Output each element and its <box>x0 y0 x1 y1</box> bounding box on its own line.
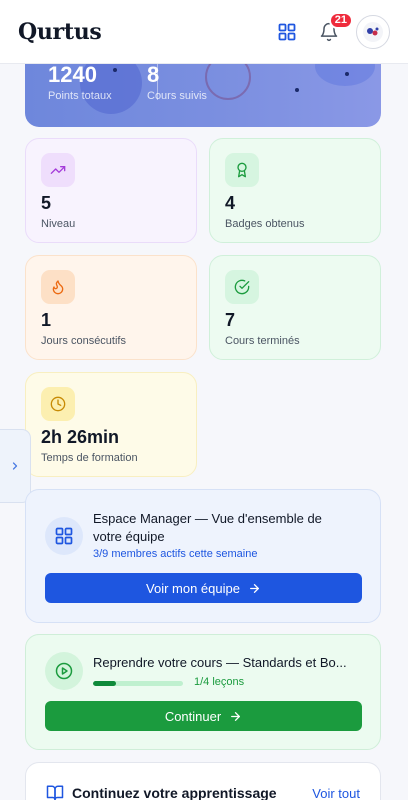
training-time-stat-card: 2h 26min Temps de formation <box>25 372 197 477</box>
level-stat-card: 5 Niveau <box>25 138 197 243</box>
top-bar: Qurtus 21 <box>0 0 408 64</box>
main-content: 1240 Points totaux 8 Cours suivis 5 Nive… <box>0 64 408 800</box>
continue-button-label: Continuer <box>164 708 222 724</box>
badges-stat-card: 4 Badges obtenus <box>209 138 381 243</box>
resume-course-card: Reprendre votre cours — Standards et Bo.… <box>25 634 381 750</box>
clock-icon <box>41 387 75 421</box>
total-points-label: Points totaux <box>48 90 112 102</box>
completed-courses-value: 7 <box>225 310 236 330</box>
flame-icon <box>41 270 75 304</box>
courses-followed-stat: 8 Cours suivis <box>147 64 207 102</box>
manager-space-card: Espace Manager — Vue d'ensemble de votre… <box>25 489 381 623</box>
sidebar-toggle[interactable] <box>0 429 31 503</box>
training-time-label: Temps de formation <box>41 452 138 464</box>
view-all-link[interactable]: Voir tout <box>312 786 360 800</box>
notification-count-badge: 21 <box>328 11 353 29</box>
continue-learning-section: Continuez votre apprentissage Voir tout <box>25 762 381 800</box>
book-open-icon <box>46 785 64 800</box>
chevron-right-icon <box>12 462 18 470</box>
courses-followed-value: 8 <box>147 64 160 87</box>
total-points-value: 1240 <box>48 64 97 87</box>
award-icon <box>225 153 259 187</box>
courses-followed-label: Cours suivis <box>147 90 207 102</box>
avatar[interactable] <box>356 14 390 49</box>
trending-up-icon <box>41 153 75 187</box>
badges-value: 4 <box>225 193 236 213</box>
course-progress-fill <box>93 681 116 686</box>
resume-course-title: Reprendre votre cours — Standards et Bo.… <box>93 655 347 670</box>
view-team-button-label: Voir mon équipe <box>146 580 240 596</box>
total-points-stat: 1240 Points totaux <box>48 64 112 102</box>
dashboard-grid-icon <box>45 517 83 555</box>
view-team-button[interactable]: Voir mon équipe <box>45 573 362 603</box>
lessons-progress-text: 1/4 leçons <box>194 676 245 688</box>
active-members-text: 3/9 membres actifs cette semaine <box>93 548 258 560</box>
level-value: 5 <box>41 193 52 213</box>
notifications-button[interactable]: 21 <box>316 11 353 45</box>
level-label: Niveau <box>41 218 76 230</box>
continue-learning-title: Continuez votre apprentissage <box>72 785 277 800</box>
arrow-right-icon <box>250 583 259 593</box>
streak-label: Jours consécutifs <box>41 335 126 347</box>
badges-label: Badges obtenus <box>225 218 305 230</box>
points-summary-card: 1240 Points totaux 8 Cours suivis <box>25 64 381 127</box>
training-time-value: 2h 26min <box>41 427 120 447</box>
course-progress-bar <box>93 681 183 686</box>
play-circle-icon <box>45 652 83 690</box>
grid-icon[interactable] <box>274 19 300 45</box>
brand-logo[interactable]: Qurtus <box>18 19 274 45</box>
check-circle-icon <box>225 270 259 304</box>
streak-stat-card: 1 Jours consécutifs <box>25 255 197 360</box>
continue-button[interactable]: Continuer <box>45 701 362 731</box>
streak-value: 1 <box>41 310 52 330</box>
arrow-right-icon <box>231 711 241 721</box>
completed-courses-stat-card: 7 Cours terminés <box>209 255 381 360</box>
manager-space-title: Espace Manager — Vue d'ensemble de votre… <box>93 511 322 544</box>
completed-courses-label: Cours terminés <box>225 335 300 347</box>
